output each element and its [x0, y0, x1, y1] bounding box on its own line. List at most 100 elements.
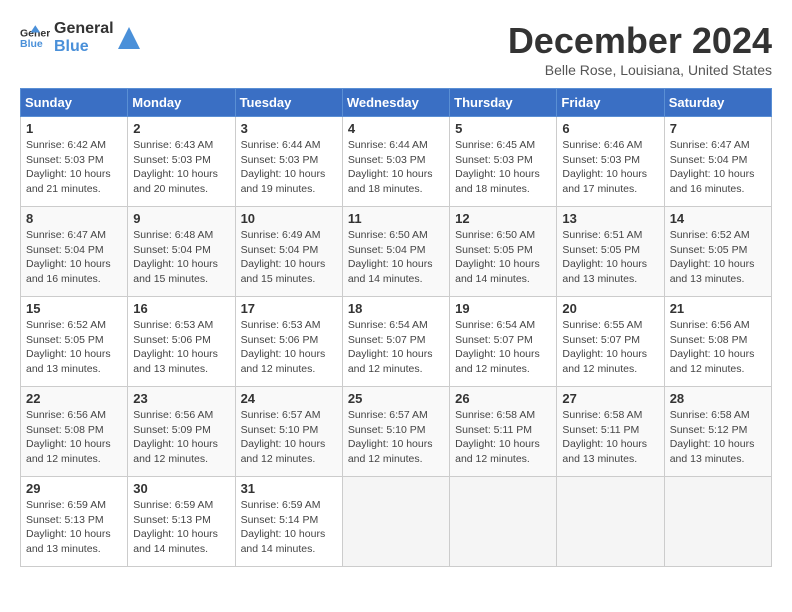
calendar-cell: 4 Sunrise: 6:44 AM Sunset: 5:03 PM Daylig… [342, 117, 449, 207]
calendar-cell: 23 Sunrise: 6:56 AM Sunset: 5:09 PM Dayli… [128, 387, 235, 477]
calendar-week-row: 29 Sunrise: 6:59 AM Sunset: 5:13 PM Dayli… [21, 477, 772, 567]
calendar-cell: 3 Sunrise: 6:44 AM Sunset: 5:03 PM Daylig… [235, 117, 342, 207]
calendar-cell: 7Sunrise: 6:47 AM Sunset: 5:04 PM Daylig… [664, 117, 771, 207]
calendar-header-friday: Friday [557, 89, 664, 117]
calendar-header-thursday: Thursday [450, 89, 557, 117]
calendar-cell: 9 Sunrise: 6:48 AM Sunset: 5:04 PM Daylig… [128, 207, 235, 297]
calendar-cell: 21 Sunrise: 6:56 AM Sunset: 5:08 PM Dayli… [664, 297, 771, 387]
day-number: 30 [133, 481, 229, 496]
day-content: Sunrise: 6:59 AM Sunset: 5:14 PM Dayligh… [241, 498, 337, 557]
calendar-cell: 8 Sunrise: 6:47 AM Sunset: 5:04 PM Daylig… [21, 207, 128, 297]
day-number: 26 [455, 391, 551, 406]
day-content: Sunrise: 6:58 AM Sunset: 5:11 PM Dayligh… [562, 408, 658, 467]
calendar-header-wednesday: Wednesday [342, 89, 449, 117]
calendar-cell: 10Sunrise: 6:49 AM Sunset: 5:04 PM Dayli… [235, 207, 342, 297]
day-content: Sunrise: 6:56 AM Sunset: 5:08 PM Dayligh… [670, 318, 766, 377]
day-number: 19 [455, 301, 551, 316]
day-number: 9 [133, 211, 229, 226]
day-content: Sunrise: 6:52 AM Sunset: 5:05 PM Dayligh… [26, 318, 122, 377]
day-number: 21 [670, 301, 766, 316]
day-content: Sunrise: 6:53 AM Sunset: 5:06 PM Dayligh… [133, 318, 229, 377]
calendar-cell: 17 Sunrise: 6:53 AM Sunset: 5:06 PM Dayli… [235, 297, 342, 387]
day-content: Sunrise: 6:59 AM Sunset: 5:13 PM Dayligh… [133, 498, 229, 557]
day-number: 7 [670, 121, 766, 136]
calendar-table: SundayMondayTuesdayWednesdayThursdayFrid… [20, 88, 772, 567]
day-content: Sunrise: 6:47 AM Sunset: 5:04 PM Dayligh… [26, 228, 122, 287]
day-content: Sunrise: 6:50 AM Sunset: 5:04 PM Dayligh… [348, 228, 444, 287]
calendar-cell: 13 Sunrise: 6:51 AM Sunset: 5:05 PM Dayli… [557, 207, 664, 297]
day-content: Sunrise: 6:53 AM Sunset: 5:06 PM Dayligh… [241, 318, 337, 377]
calendar-week-row: 1Sunrise: 6:42 AM Sunset: 5:03 PM Daylig… [21, 117, 772, 207]
logo-blue: Blue [54, 38, 114, 56]
logo: General Blue General Blue [20, 20, 140, 55]
calendar-cell: 22 Sunrise: 6:56 AM Sunset: 5:08 PM Dayli… [21, 387, 128, 477]
day-content: Sunrise: 6:56 AM Sunset: 5:09 PM Dayligh… [133, 408, 229, 467]
title-area: December 2024 Belle Rose, Louisiana, Uni… [508, 20, 772, 78]
day-number: 4 [348, 121, 444, 136]
calendar-cell: 30 Sunrise: 6:59 AM Sunset: 5:13 PM Dayli… [128, 477, 235, 567]
day-number: 28 [670, 391, 766, 406]
calendar-cell: 6 Sunrise: 6:46 AM Sunset: 5:03 PM Daylig… [557, 117, 664, 207]
day-number: 10 [241, 211, 337, 226]
day-content: Sunrise: 6:51 AM Sunset: 5:05 PM Dayligh… [562, 228, 658, 287]
day-number: 29 [26, 481, 122, 496]
calendar-cell [557, 477, 664, 567]
day-number: 17 [241, 301, 337, 316]
calendar-cell: 25 Sunrise: 6:57 AM Sunset: 5:10 PM Dayli… [342, 387, 449, 477]
day-number: 23 [133, 391, 229, 406]
calendar-cell: 28 Sunrise: 6:58 AM Sunset: 5:12 PM Dayli… [664, 387, 771, 477]
calendar-header-saturday: Saturday [664, 89, 771, 117]
day-content: Sunrise: 6:56 AM Sunset: 5:08 PM Dayligh… [26, 408, 122, 467]
day-content: Sunrise: 6:44 AM Sunset: 5:03 PM Dayligh… [348, 138, 444, 197]
day-number: 15 [26, 301, 122, 316]
logo-general: General [54, 20, 114, 38]
day-number: 1 [26, 121, 122, 136]
page-subtitle: Belle Rose, Louisiana, United States [508, 62, 772, 78]
calendar-week-row: 8 Sunrise: 6:47 AM Sunset: 5:04 PM Daylig… [21, 207, 772, 297]
calendar-cell: 12 Sunrise: 6:50 AM Sunset: 5:05 PM Dayli… [450, 207, 557, 297]
day-content: Sunrise: 6:48 AM Sunset: 5:04 PM Dayligh… [133, 228, 229, 287]
day-number: 25 [348, 391, 444, 406]
calendar-header-monday: Monday [128, 89, 235, 117]
day-content: Sunrise: 6:46 AM Sunset: 5:03 PM Dayligh… [562, 138, 658, 197]
day-number: 13 [562, 211, 658, 226]
day-content: Sunrise: 6:52 AM Sunset: 5:05 PM Dayligh… [670, 228, 766, 287]
day-number: 6 [562, 121, 658, 136]
day-number: 16 [133, 301, 229, 316]
day-number: 18 [348, 301, 444, 316]
calendar-header-row: SundayMondayTuesdayWednesdayThursdayFrid… [21, 89, 772, 117]
day-number: 3 [241, 121, 337, 136]
day-content: Sunrise: 6:57 AM Sunset: 5:10 PM Dayligh… [348, 408, 444, 467]
day-content: Sunrise: 6:55 AM Sunset: 5:07 PM Dayligh… [562, 318, 658, 377]
calendar-cell [450, 477, 557, 567]
day-number: 20 [562, 301, 658, 316]
calendar-cell: 26 Sunrise: 6:58 AM Sunset: 5:11 PM Dayli… [450, 387, 557, 477]
day-number: 5 [455, 121, 551, 136]
day-content: Sunrise: 6:43 AM Sunset: 5:03 PM Dayligh… [133, 138, 229, 197]
day-number: 12 [455, 211, 551, 226]
calendar-cell: 19 Sunrise: 6:54 AM Sunset: 5:07 PM Dayli… [450, 297, 557, 387]
day-number: 27 [562, 391, 658, 406]
day-number: 22 [26, 391, 122, 406]
day-number: 14 [670, 211, 766, 226]
calendar-cell: 29 Sunrise: 6:59 AM Sunset: 5:13 PM Dayli… [21, 477, 128, 567]
day-number: 31 [241, 481, 337, 496]
calendar-week-row: 15 Sunrise: 6:52 AM Sunset: 5:05 PM Dayli… [21, 297, 772, 387]
day-content: Sunrise: 6:50 AM Sunset: 5:05 PM Dayligh… [455, 228, 551, 287]
calendar-cell [342, 477, 449, 567]
day-number: 8 [26, 211, 122, 226]
day-content: Sunrise: 6:44 AM Sunset: 5:03 PM Dayligh… [241, 138, 337, 197]
calendar-body: 1Sunrise: 6:42 AM Sunset: 5:03 PM Daylig… [21, 117, 772, 567]
calendar-cell: 5Sunrise: 6:45 AM Sunset: 5:03 PM Daylig… [450, 117, 557, 207]
calendar-cell: 11Sunrise: 6:50 AM Sunset: 5:04 PM Dayli… [342, 207, 449, 297]
day-number: 2 [133, 121, 229, 136]
calendar-week-row: 22 Sunrise: 6:56 AM Sunset: 5:08 PM Dayli… [21, 387, 772, 477]
calendar-cell: 16 Sunrise: 6:53 AM Sunset: 5:06 PM Dayli… [128, 297, 235, 387]
calendar-header-sunday: Sunday [21, 89, 128, 117]
day-content: Sunrise: 6:54 AM Sunset: 5:07 PM Dayligh… [455, 318, 551, 377]
calendar-cell [664, 477, 771, 567]
day-content: Sunrise: 6:59 AM Sunset: 5:13 PM Dayligh… [26, 498, 122, 557]
day-content: Sunrise: 6:58 AM Sunset: 5:12 PM Dayligh… [670, 408, 766, 467]
calendar-cell: 27 Sunrise: 6:58 AM Sunset: 5:11 PM Dayli… [557, 387, 664, 477]
day-content: Sunrise: 6:58 AM Sunset: 5:11 PM Dayligh… [455, 408, 551, 467]
